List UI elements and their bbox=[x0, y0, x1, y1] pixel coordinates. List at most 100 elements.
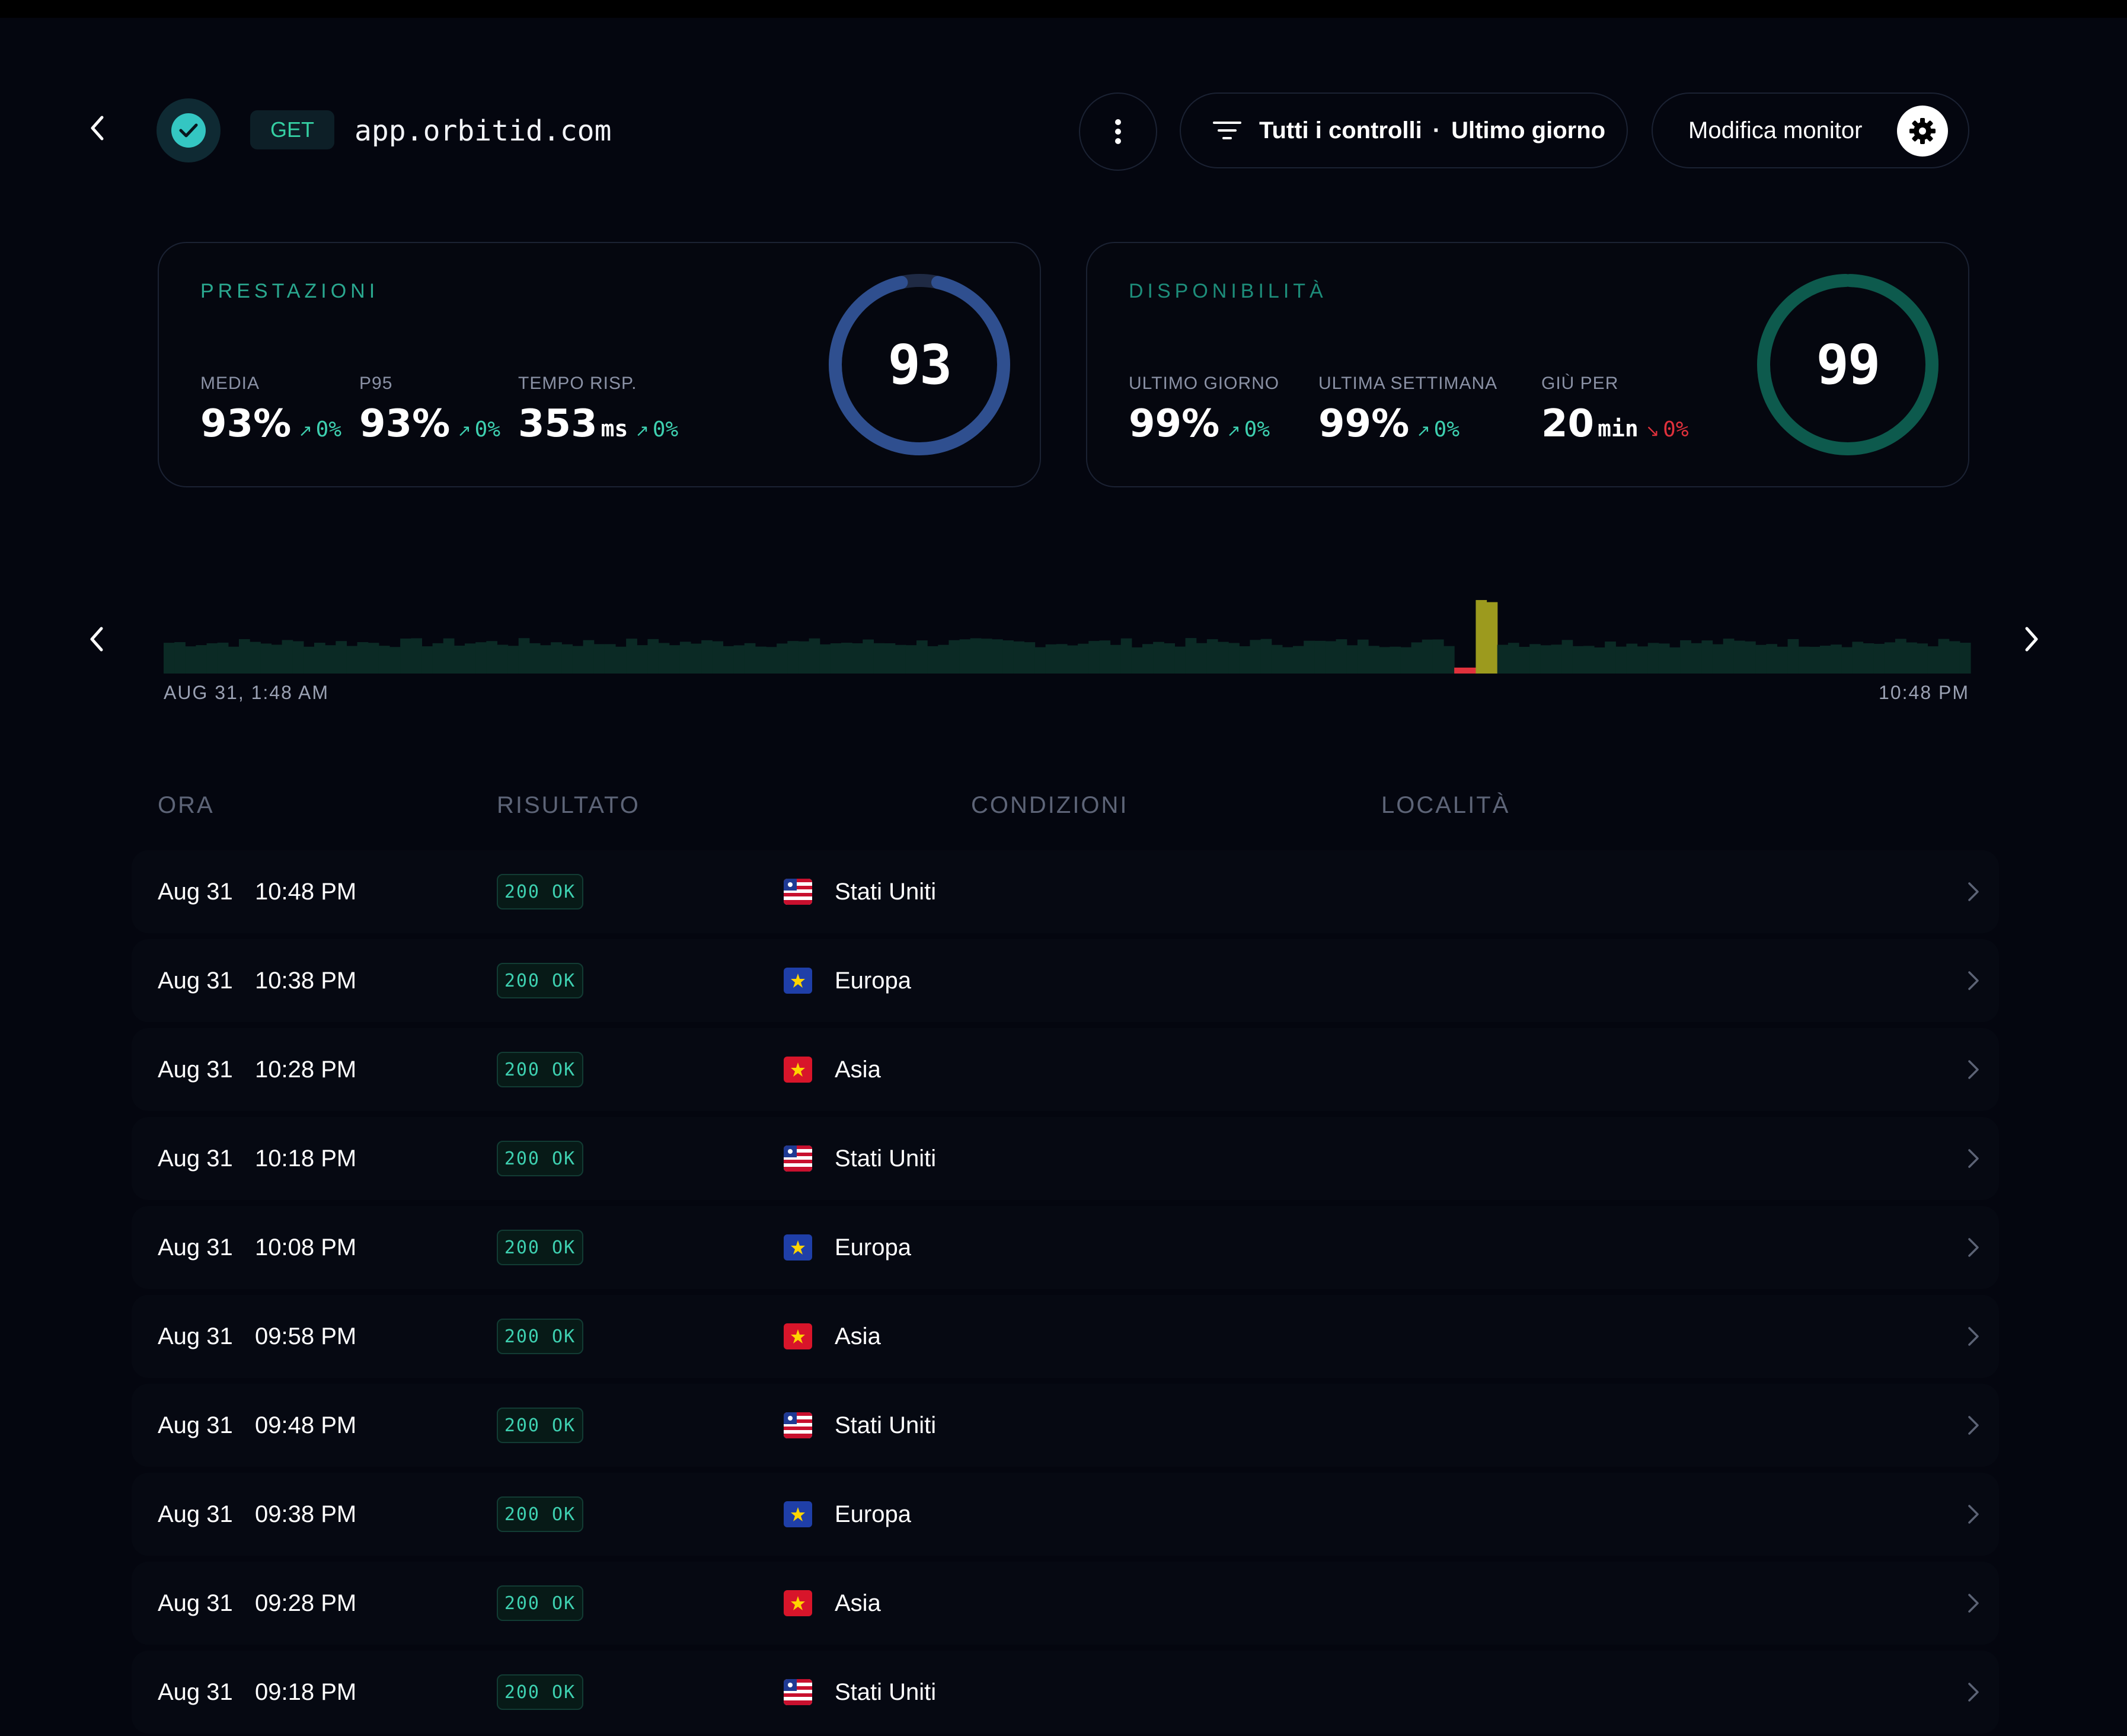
timeline-bar[interactable] bbox=[809, 638, 820, 674]
timeline-bar[interactable] bbox=[1809, 646, 1821, 674]
timeline-bar[interactable] bbox=[518, 638, 530, 674]
timeline-bar[interactable] bbox=[1777, 646, 1789, 674]
timeline-bar[interactable] bbox=[1078, 643, 1089, 674]
timeline-bar[interactable] bbox=[1067, 645, 1078, 674]
timeline-bar[interactable] bbox=[1745, 641, 1756, 674]
filter-button[interactable]: Tutti i controlli · Ultimo giorno bbox=[1180, 92, 1628, 168]
timeline-bar[interactable] bbox=[1271, 644, 1283, 674]
timeline-bar[interactable] bbox=[905, 645, 917, 674]
timeline-bar[interactable] bbox=[1432, 639, 1444, 674]
timeline-bar[interactable] bbox=[744, 643, 756, 674]
timeline-bar[interactable] bbox=[443, 638, 455, 674]
timeline-bar[interactable] bbox=[981, 639, 992, 674]
timeline-bar[interactable] bbox=[604, 644, 616, 674]
table-row[interactable]: Aug 31 09:28 PM 200 OK Asia bbox=[132, 1562, 1999, 1645]
timeline-bar[interactable] bbox=[250, 642, 261, 674]
timeline-bar[interactable] bbox=[475, 642, 487, 674]
timeline-bar[interactable] bbox=[357, 642, 369, 674]
timeline-bar[interactable] bbox=[1304, 640, 1315, 674]
timeline-bar[interactable] bbox=[615, 646, 627, 674]
timeline-bar[interactable] bbox=[1701, 640, 1713, 674]
timeline-bar[interactable] bbox=[260, 643, 272, 674]
timeline-bar[interactable] bbox=[583, 640, 595, 674]
timeline-bar[interactable] bbox=[1723, 639, 1735, 674]
timeline-bar[interactable] bbox=[1314, 640, 1326, 674]
timeline-bar[interactable] bbox=[1572, 646, 1584, 674]
table-row[interactable]: Aug 31 10:28 PM 200 OK Asia bbox=[132, 1028, 1999, 1111]
timeline-bar[interactable] bbox=[691, 643, 702, 674]
timeline-bar[interactable] bbox=[1927, 646, 1939, 674]
timeline-bar[interactable] bbox=[174, 642, 186, 674]
timeline-bar[interactable] bbox=[927, 646, 938, 674]
timeline-bar[interactable] bbox=[1863, 643, 1874, 674]
timeline-bar[interactable] bbox=[1938, 639, 1950, 674]
timeline-bar[interactable] bbox=[733, 645, 745, 674]
timeline-bar[interactable] bbox=[1615, 646, 1627, 674]
timeline-bar[interactable] bbox=[637, 645, 649, 674]
timeline-bar[interactable] bbox=[561, 644, 573, 674]
timeline-bar[interactable] bbox=[1712, 644, 1724, 674]
timeline-bar[interactable] bbox=[368, 643, 379, 674]
timeline-bar[interactable] bbox=[1680, 640, 1691, 674]
timeline-bar[interactable] bbox=[1637, 646, 1649, 674]
timeline-bar[interactable] bbox=[346, 646, 358, 674]
timeline-bar[interactable] bbox=[1024, 642, 1036, 674]
timeline-bar[interactable] bbox=[1647, 643, 1659, 674]
timeline-bar[interactable] bbox=[453, 645, 465, 674]
timeline-bar[interactable] bbox=[1852, 642, 1864, 674]
timeline-bar[interactable] bbox=[1239, 646, 1251, 674]
table-row[interactable]: Aug 31 10:18 PM 200 OK Stati Uniti bbox=[132, 1117, 1999, 1200]
timeline-bar[interactable] bbox=[1658, 643, 1670, 674]
timeline-bar[interactable] bbox=[1508, 643, 1519, 674]
timeline-bar[interactable] bbox=[1099, 640, 1111, 674]
timeline-bar[interactable] bbox=[1390, 646, 1401, 674]
timeline-bar[interactable] bbox=[465, 643, 476, 674]
timeline-bar[interactable] bbox=[1110, 644, 1122, 674]
timeline-bar[interactable] bbox=[400, 638, 411, 674]
timeline-bar[interactable] bbox=[1357, 639, 1369, 674]
timeline-bar[interactable] bbox=[217, 642, 229, 674]
table-row[interactable]: Aug 31 09:38 PM 200 OK Europa bbox=[132, 1473, 1999, 1556]
timeline-bar[interactable] bbox=[1088, 641, 1100, 674]
timeline-bar[interactable] bbox=[1884, 642, 1896, 674]
timeline-bar[interactable] bbox=[1841, 647, 1853, 674]
timeline-bar[interactable] bbox=[1056, 644, 1068, 674]
timeline-bar[interactable] bbox=[239, 639, 250, 674]
timeline-bar[interactable] bbox=[378, 646, 390, 674]
timeline-bar[interactable] bbox=[1174, 646, 1186, 674]
timeline-bar[interactable] bbox=[421, 646, 433, 674]
timeline-bar[interactable] bbox=[626, 639, 637, 674]
timeline-bar[interactable] bbox=[164, 643, 175, 674]
timeline-bar[interactable] bbox=[507, 646, 519, 674]
timeline-bar[interactable] bbox=[529, 643, 541, 674]
timeline-bar[interactable] bbox=[303, 646, 315, 674]
timeline-bar[interactable] bbox=[1002, 640, 1014, 674]
timeline-bar[interactable] bbox=[1949, 641, 1960, 674]
timeline-bar[interactable] bbox=[1260, 639, 1272, 674]
timeline-bar[interactable] bbox=[959, 639, 971, 674]
timeline-bar[interactable] bbox=[1400, 647, 1412, 674]
timeline-chart[interactable] bbox=[164, 593, 1971, 674]
timeline-bar[interactable] bbox=[1873, 643, 1885, 674]
timeline-bar[interactable] bbox=[593, 644, 605, 674]
timeline-bar[interactable] bbox=[1895, 639, 1906, 674]
timeline-bar[interactable] bbox=[1486, 602, 1498, 674]
timeline-bar[interactable] bbox=[669, 645, 681, 674]
timeline-bar[interactable] bbox=[787, 641, 799, 674]
timeline-bar[interactable] bbox=[1519, 646, 1530, 674]
timeline-bar[interactable] bbox=[841, 643, 852, 674]
timeline-bar[interactable] bbox=[1561, 640, 1573, 674]
timeline-bar[interactable] bbox=[1422, 639, 1433, 674]
timeline-bar[interactable] bbox=[432, 643, 444, 674]
timeline-bar[interactable] bbox=[798, 641, 810, 674]
timeline-bar[interactable] bbox=[1368, 646, 1379, 674]
timeline-bar[interactable] bbox=[873, 643, 885, 674]
timeline-bar[interactable] bbox=[1691, 643, 1703, 674]
timeline-bar[interactable] bbox=[1228, 643, 1240, 674]
timeline-bar[interactable] bbox=[1443, 646, 1455, 674]
timeline-bar[interactable] bbox=[1820, 646, 1831, 674]
timeline-bar[interactable] bbox=[647, 639, 659, 674]
timeline-bar[interactable] bbox=[1798, 646, 1810, 674]
timeline-bar[interactable] bbox=[723, 646, 734, 674]
timeline-bar[interactable] bbox=[1551, 644, 1563, 674]
